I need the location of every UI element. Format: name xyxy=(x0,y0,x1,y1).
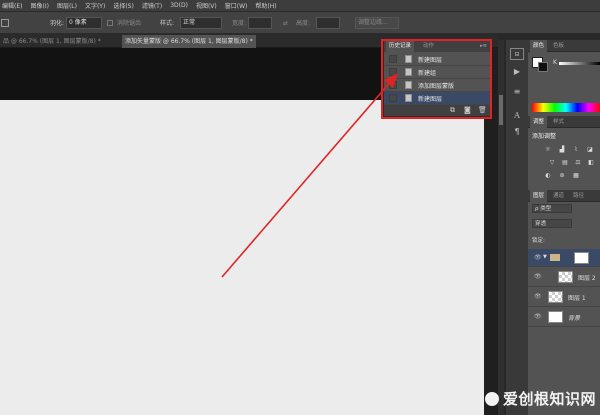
layer-row[interactable]: 👁 图层 1 xyxy=(528,287,600,307)
expand-triangle-icon[interactable]: ▼ xyxy=(543,254,547,260)
tab-styles[interactable]: 样式 xyxy=(550,116,567,128)
curves-icon[interactable]: ⌇ xyxy=(572,146,580,153)
right-panel-dock: 颜色 色板 K 调整 样式 添加调整 ☼ ▟ ⌇ ◪ ▽ ▤ ⚖ ◧ ◐ ⊛ ▦… xyxy=(528,40,600,415)
watermark: 爱创根知识网 xyxy=(484,388,596,409)
photo-filter-icon[interactable]: ◐ xyxy=(544,172,552,179)
adjustments-title: 添加调整 xyxy=(532,133,557,140)
channel-mixer-icon[interactable]: ⊛ xyxy=(558,172,566,179)
tab-adjustments[interactable]: 调整 xyxy=(530,116,548,128)
lock-label: 锁定: xyxy=(532,238,545,244)
color-lookup-icon[interactable]: ▦ xyxy=(572,172,580,179)
tab-paths[interactable]: 路径 xyxy=(570,190,587,202)
vibrance-icon[interactable]: ▽ xyxy=(548,159,556,166)
paw-logo-icon xyxy=(484,392,499,406)
layer-thumbnail xyxy=(558,271,573,283)
layer-row[interactable]: 👁 图层 2 xyxy=(528,267,600,287)
layer-mask-thumbnail[interactable] xyxy=(574,252,589,264)
tab-color[interactable]: 颜色 xyxy=(530,40,548,52)
annotation-arrow xyxy=(221,73,398,278)
exposure-icon[interactable]: ◪ xyxy=(586,146,594,153)
layers-panel-tabs: 图层 通道 路径 xyxy=(528,190,600,202)
layer-row[interactable]: 👁 背景 xyxy=(528,307,600,327)
tab-channels[interactable]: 通道 xyxy=(550,190,567,202)
layer-row-group-selected[interactable]: 👁 ▼ xyxy=(528,249,600,267)
layer-filter-select[interactable]: ρ 类型 xyxy=(532,204,572,213)
arrow-shaft xyxy=(221,79,393,278)
folder-icon xyxy=(550,254,560,261)
hue-saturation-icon[interactable]: ▤ xyxy=(561,159,569,166)
color-panel-tabs: 颜色 色板 xyxy=(528,40,600,52)
black-white-icon[interactable]: ◧ xyxy=(587,159,595,166)
brightness-icon[interactable]: ☼ xyxy=(544,146,552,153)
spectrum-bar[interactable] xyxy=(532,103,600,112)
tab-swatches[interactable]: 色板 xyxy=(550,40,567,52)
eye-icon[interactable]: 👁 xyxy=(534,293,542,300)
k-slider[interactable] xyxy=(559,62,600,65)
blend-mode-select[interactable]: 穿透 xyxy=(532,219,572,228)
color-balance-icon[interactable]: ⚖ xyxy=(574,159,582,166)
tab-layers[interactable]: 图层 xyxy=(530,190,548,202)
channel-label: K xyxy=(553,59,557,66)
levels-icon[interactable]: ▟ xyxy=(558,146,566,153)
background-color-swatch[interactable] xyxy=(538,62,548,72)
eye-icon[interactable]: 👁 xyxy=(534,254,542,261)
eye-icon[interactable]: 👁 xyxy=(534,273,542,280)
eye-icon[interactable]: 👁 xyxy=(534,313,542,320)
layer-thumbnail xyxy=(548,311,563,323)
adjustments-panel-tabs: 调整 样式 xyxy=(528,116,600,128)
layer-thumbnail xyxy=(548,291,563,303)
